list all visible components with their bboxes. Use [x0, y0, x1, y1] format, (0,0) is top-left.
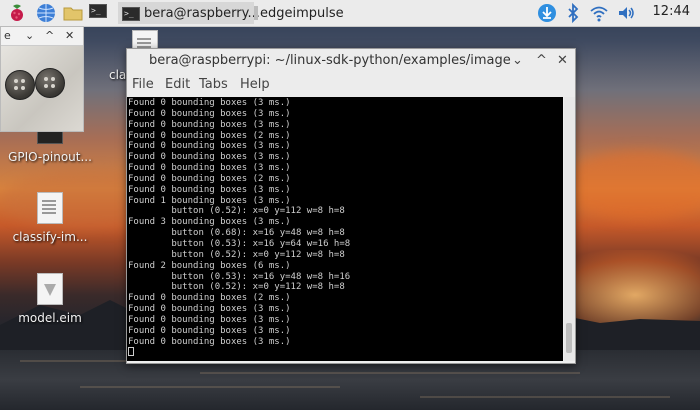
- maximize-button[interactable]: ^: [536, 53, 547, 68]
- folder-icon[interactable]: [62, 2, 84, 24]
- terminal-menubar: File Edit Tabs Help: [127, 73, 575, 97]
- minimize-button[interactable]: ⌄: [512, 53, 523, 68]
- document-icon: [37, 192, 63, 224]
- terminal-line: button (0.53): x=16 y=48 w=8 h=16: [128, 271, 351, 282]
- image-viewer-window: e ⌄ ^ ✕: [0, 26, 84, 132]
- maximize-button[interactable]: ^: [45, 29, 54, 42]
- taskbar: >_ >_ bera@raspberry... edgeimpulse 12:4…: [0, 0, 700, 27]
- sky-cloud: [560, 150, 700, 220]
- terminal-icon: >_: [122, 5, 140, 21]
- taskbar-terminal-window[interactable]: >_ bera@raspberry...: [118, 2, 260, 24]
- terminal-lines: Found 0 bounding boxes (3 ms.) Found 0 bo…: [127, 97, 563, 358]
- terminal-title: bera@raspberrypi: ~/linux-sdk-python/exa…: [149, 53, 511, 68]
- terminal-line: Found 0 bounding boxes (3 ms.): [128, 152, 291, 163]
- terminal-line: Found 3 bounding boxes (3 ms.): [128, 217, 291, 228]
- volume-icon[interactable]: [615, 2, 637, 24]
- terminal-line: Found 0 bounding boxes (3 ms.): [128, 108, 291, 119]
- terminal-cursor: [128, 347, 563, 358]
- web-browser-icon[interactable]: [35, 2, 57, 24]
- terminal-launcher-icon[interactable]: >_: [89, 4, 111, 26]
- menu-edit[interactable]: Edit: [165, 77, 190, 92]
- terminal-line: button (0.52): x=0 y=112 w=8 h=8: [128, 282, 345, 293]
- menu-file[interactable]: File: [132, 77, 154, 92]
- terminal-line: Found 0 bounding boxes (3 ms.): [128, 184, 291, 195]
- file-icon: [37, 273, 63, 305]
- image-viewer-title: e: [4, 29, 11, 42]
- scrollbar-thumb[interactable]: [566, 323, 572, 353]
- terminal-output[interactable]: Found 0 bounding boxes (3 ms.) Found 0 bo…: [127, 97, 563, 361]
- captured-image: [1, 46, 83, 131]
- terminal-line: Found 0 bounding boxes (3 ms.): [128, 314, 291, 325]
- taskbar-terminal-label: bera@raspberry...: [144, 5, 260, 21]
- terminal-line: Found 0 bounding boxes (3 ms.): [128, 163, 291, 174]
- desktop-item-label: model.eim: [18, 311, 82, 325]
- terminal-line: Found 1 bounding boxes (3 ms.): [128, 195, 291, 206]
- terminal-line: Found 0 bounding boxes (3 ms.): [128, 98, 291, 108]
- terminal-line: button (0.53): x=16 y=64 w=16 h=8: [128, 238, 351, 249]
- close-button[interactable]: ✕: [65, 29, 74, 42]
- close-button[interactable]: ✕: [557, 53, 568, 68]
- minimize-button[interactable]: ⌄: [25, 29, 34, 42]
- terminal-line: Found 0 bounding boxes (3 ms.): [128, 119, 291, 130]
- terminal-scrollbar[interactable]: [564, 97, 575, 361]
- desktop-item-model[interactable]: model.eim: [0, 273, 100, 325]
- button-object: [5, 70, 35, 100]
- image-viewer-titlebar[interactable]: e ⌄ ^ ✕: [1, 27, 83, 46]
- taskbar-folder-label: edgeimpulse: [260, 5, 344, 21]
- bluetooth-icon[interactable]: [562, 2, 584, 24]
- window-icon: [254, 6, 258, 20]
- desktop-item-label: classify-im...: [12, 230, 88, 244]
- clock[interactable]: 12:44: [653, 4, 690, 19]
- download-icon[interactable]: [536, 2, 558, 24]
- terminal-line: Found 0 bounding boxes (2 ms.): [128, 173, 291, 184]
- terminal-line: Found 0 bounding boxes (3 ms.): [128, 325, 291, 336]
- terminal-line: Found 0 bounding boxes (2 ms.): [128, 130, 291, 141]
- raspberry-menu-icon[interactable]: [6, 2, 28, 24]
- terminal-line: Found 0 bounding boxes (3 ms.): [128, 336, 291, 347]
- terminal-titlebar[interactable]: bera@raspberrypi: ~/linux-sdk-python/exa…: [127, 49, 575, 73]
- terminal-line: button (0.52): x=0 y=112 w=8 h=8: [128, 249, 345, 260]
- terminal-line: Found 0 bounding boxes (3 ms.): [128, 141, 291, 152]
- terminal-line: button (0.68): x=16 y=48 w=8 h=8: [128, 228, 345, 239]
- desktop-item-classify[interactable]: classify-im...: [0, 192, 100, 244]
- menu-help[interactable]: Help: [240, 77, 270, 92]
- terminal-line: Found 0 bounding boxes (2 ms.): [128, 293, 291, 304]
- desktop-item-label: GPIO-pinout...: [8, 150, 92, 164]
- terminal-window: bera@raspberrypi: ~/linux-sdk-python/exa…: [126, 48, 576, 364]
- taskbar-folder-window[interactable]: edgeimpulse: [254, 2, 374, 24]
- menu-tabs[interactable]: Tabs: [199, 77, 228, 92]
- terminal-line: button (0.52): x=0 y=112 w=8 h=8: [128, 206, 345, 217]
- button-object: [35, 68, 65, 98]
- terminal-line: Found 2 bounding boxes (6 ms.): [128, 260, 291, 271]
- wifi-icon[interactable]: [588, 2, 610, 24]
- terminal-line: Found 0 bounding boxes (3 ms.): [128, 304, 291, 315]
